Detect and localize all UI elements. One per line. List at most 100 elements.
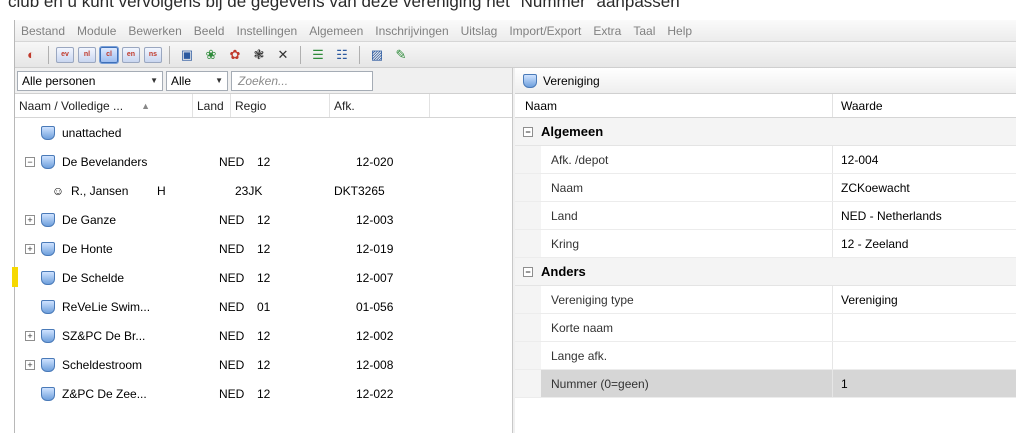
lang-button-en[interactable]: en xyxy=(122,46,140,63)
sort-list-icon[interactable]: ☰ xyxy=(308,45,328,65)
expand-icon[interactable]: + xyxy=(25,359,35,370)
property-name: Naam xyxy=(541,174,833,201)
lang-button-ev[interactable]: ev xyxy=(56,46,74,63)
property-value[interactable]: 12-004 xyxy=(833,153,878,167)
property-name: Kring xyxy=(541,230,833,257)
menu-help[interactable]: Help xyxy=(667,24,692,38)
property-name: Afk. /depot xyxy=(541,146,833,173)
remove-person-icon[interactable]: ❃ xyxy=(249,45,269,65)
property-value[interactable]: ZCKoewacht xyxy=(833,181,910,195)
add-person-icon[interactable]: ❀ xyxy=(201,45,221,65)
menu-uitslag[interactable]: Uitslag xyxy=(461,24,498,38)
club-tree-panel: Alle personen ▼ Alle ▼ Zoeken... Naam / … xyxy=(12,68,513,433)
club-icon xyxy=(41,270,55,285)
tree-row[interactable]: + De Honte NED 12 12-019 xyxy=(15,234,512,263)
tree-row[interactable]: Z&PC De Zee... NED 12 12-022 xyxy=(15,379,512,408)
property-value[interactable]: 1 xyxy=(833,376,848,391)
category-anders[interactable]: − Anders xyxy=(515,258,1016,286)
menu-module[interactable]: Module xyxy=(77,24,116,38)
expand-icon[interactable]: + xyxy=(25,243,35,254)
search-input[interactable]: Zoeken... xyxy=(231,70,373,91)
property-row[interactable]: Land NED - Netherlands xyxy=(515,202,1016,230)
property-row[interactable]: Korte naam xyxy=(515,314,1016,342)
property-value[interactable]: NED - Netherlands xyxy=(833,209,942,223)
toolbar-separator xyxy=(169,45,170,64)
tree-rows: unattached − De Bevelanders NED 12 12-02… xyxy=(12,118,512,408)
tree-row[interactable]: unattached xyxy=(15,118,512,147)
club-icon xyxy=(523,73,537,88)
property-name: Land xyxy=(541,202,833,229)
column-regio[interactable]: Regio xyxy=(231,94,330,117)
menu-bestand[interactable]: Bestand xyxy=(21,24,65,38)
property-value[interactable]: Vereniging xyxy=(833,293,898,307)
scope-filter-select[interactable]: Alle ▼ xyxy=(166,70,228,91)
property-row-selected[interactable]: Nummer (0=geen) 1 xyxy=(515,370,1016,398)
collapse-icon[interactable]: − xyxy=(523,266,533,277)
expand-icon[interactable]: + xyxy=(25,214,35,225)
filter-list-icon[interactable]: ☷ xyxy=(332,45,352,65)
category-label: Algemeen xyxy=(541,124,604,139)
tree-row[interactable]: ReVeLie Swim... NED 01 01-056 xyxy=(15,292,512,321)
details-panel: Vereniging Naam Waarde − Algemeen Afk. /… xyxy=(515,68,1016,433)
collapse-icon[interactable]: − xyxy=(25,156,35,167)
club-icon xyxy=(41,212,55,227)
person-filter-select[interactable]: Alle personen ▼ xyxy=(17,70,163,91)
property-name: Korte naam xyxy=(541,314,833,341)
club-icon xyxy=(41,241,55,256)
app-home-icon[interactable]: ◐ xyxy=(21,45,41,65)
row-name: ReVeLie Swim... xyxy=(62,299,151,314)
row-name: SZ&PC De Br... xyxy=(62,328,146,343)
menu-extra[interactable]: Extra xyxy=(593,24,621,38)
edit-person-icon[interactable]: ✿ xyxy=(225,45,245,65)
property-row[interactable]: Kring 12 - Zeeland xyxy=(515,230,1016,258)
toolbar-separator xyxy=(300,45,301,64)
property-row[interactable]: Lange afk. xyxy=(515,342,1016,370)
collapse-icon[interactable]: − xyxy=(523,126,533,137)
delete-icon[interactable]: ✕ xyxy=(273,45,293,65)
edit-icon[interactable]: ✎ xyxy=(391,45,411,65)
category-algemeen[interactable]: − Algemeen xyxy=(515,118,1016,146)
expand-icon[interactable]: + xyxy=(25,330,35,341)
chevron-down-icon: ▼ xyxy=(150,76,158,85)
column-waarde[interactable]: Waarde xyxy=(833,99,883,113)
application-window: Bestand Module Bewerken Beeld Instelling… xyxy=(12,20,1016,433)
column-naam[interactable]: Naam xyxy=(515,94,833,117)
tree-column-header: Naam / Volledige ... ▲ Land Regio Afk. xyxy=(15,94,512,118)
property-row[interactable]: Naam ZCKoewacht xyxy=(515,174,1016,202)
row-name: R., Jansen xyxy=(71,183,129,198)
menu-inschrijvingen[interactable]: Inschrijvingen xyxy=(375,24,448,38)
toolbar: ◐ ev nl cl en ns ▣ ❀ ✿ ❃ ✕ ☰ ☷ ▨ ✎ xyxy=(15,42,1016,68)
tree-row[interactable]: + SZ&PC De Br... NED 12 12-002 xyxy=(15,321,512,350)
tree-row[interactable]: + Scheldestroom NED 12 12-008 xyxy=(15,350,512,379)
menu-instellingen[interactable]: Instellingen xyxy=(236,24,297,38)
property-row[interactable]: Afk. /depot 12-004 xyxy=(515,146,1016,174)
menu-bewerken[interactable]: Bewerken xyxy=(128,24,181,38)
tree-row-person[interactable]: ☺ R., Jansen H 23JK DKT3265 xyxy=(15,176,512,205)
scope-filter-value: Alle xyxy=(171,73,192,88)
menu-taal[interactable]: Taal xyxy=(633,24,655,38)
menu-import-export[interactable]: Import/Export xyxy=(509,24,581,38)
property-row[interactable]: Vereniging type Vereniging xyxy=(515,286,1016,314)
category-label: Anders xyxy=(541,264,586,279)
property-value[interactable]: 12 - Zeeland xyxy=(833,237,908,251)
tree-row[interactable]: + De Ganze NED 12 12-003 xyxy=(15,205,512,234)
tree-row[interactable]: De Schelde NED 12 12-007 xyxy=(12,263,512,292)
lang-button-ns[interactable]: ns xyxy=(144,46,162,63)
menu-beeld[interactable]: Beeld xyxy=(194,24,225,38)
column-land[interactable]: Land xyxy=(193,94,231,117)
lang-button-nl[interactable]: nl xyxy=(78,46,96,63)
tree-row[interactable]: − De Bevelanders NED 12 12-020 xyxy=(15,147,512,176)
row-name: De Schelde xyxy=(62,270,125,285)
menu-bar: Bestand Module Bewerken Beeld Instelling… xyxy=(15,20,1016,42)
add-club-icon[interactable]: ▣ xyxy=(177,45,197,65)
menu-algemeen[interactable]: Algemeen xyxy=(309,24,363,38)
row-name: Scheldestroom xyxy=(62,357,143,372)
toolbar-separator xyxy=(359,45,360,64)
lang-button-cl[interactable]: cl xyxy=(99,45,119,64)
row-gender: H xyxy=(157,183,166,198)
column-name[interactable]: Naam / Volledige ... ▲ xyxy=(15,94,193,117)
toolbar-separator xyxy=(48,45,49,64)
export-icon[interactable]: ▨ xyxy=(367,45,387,65)
details-title: Vereniging xyxy=(543,73,600,88)
column-afk[interactable]: Afk. xyxy=(330,94,430,117)
